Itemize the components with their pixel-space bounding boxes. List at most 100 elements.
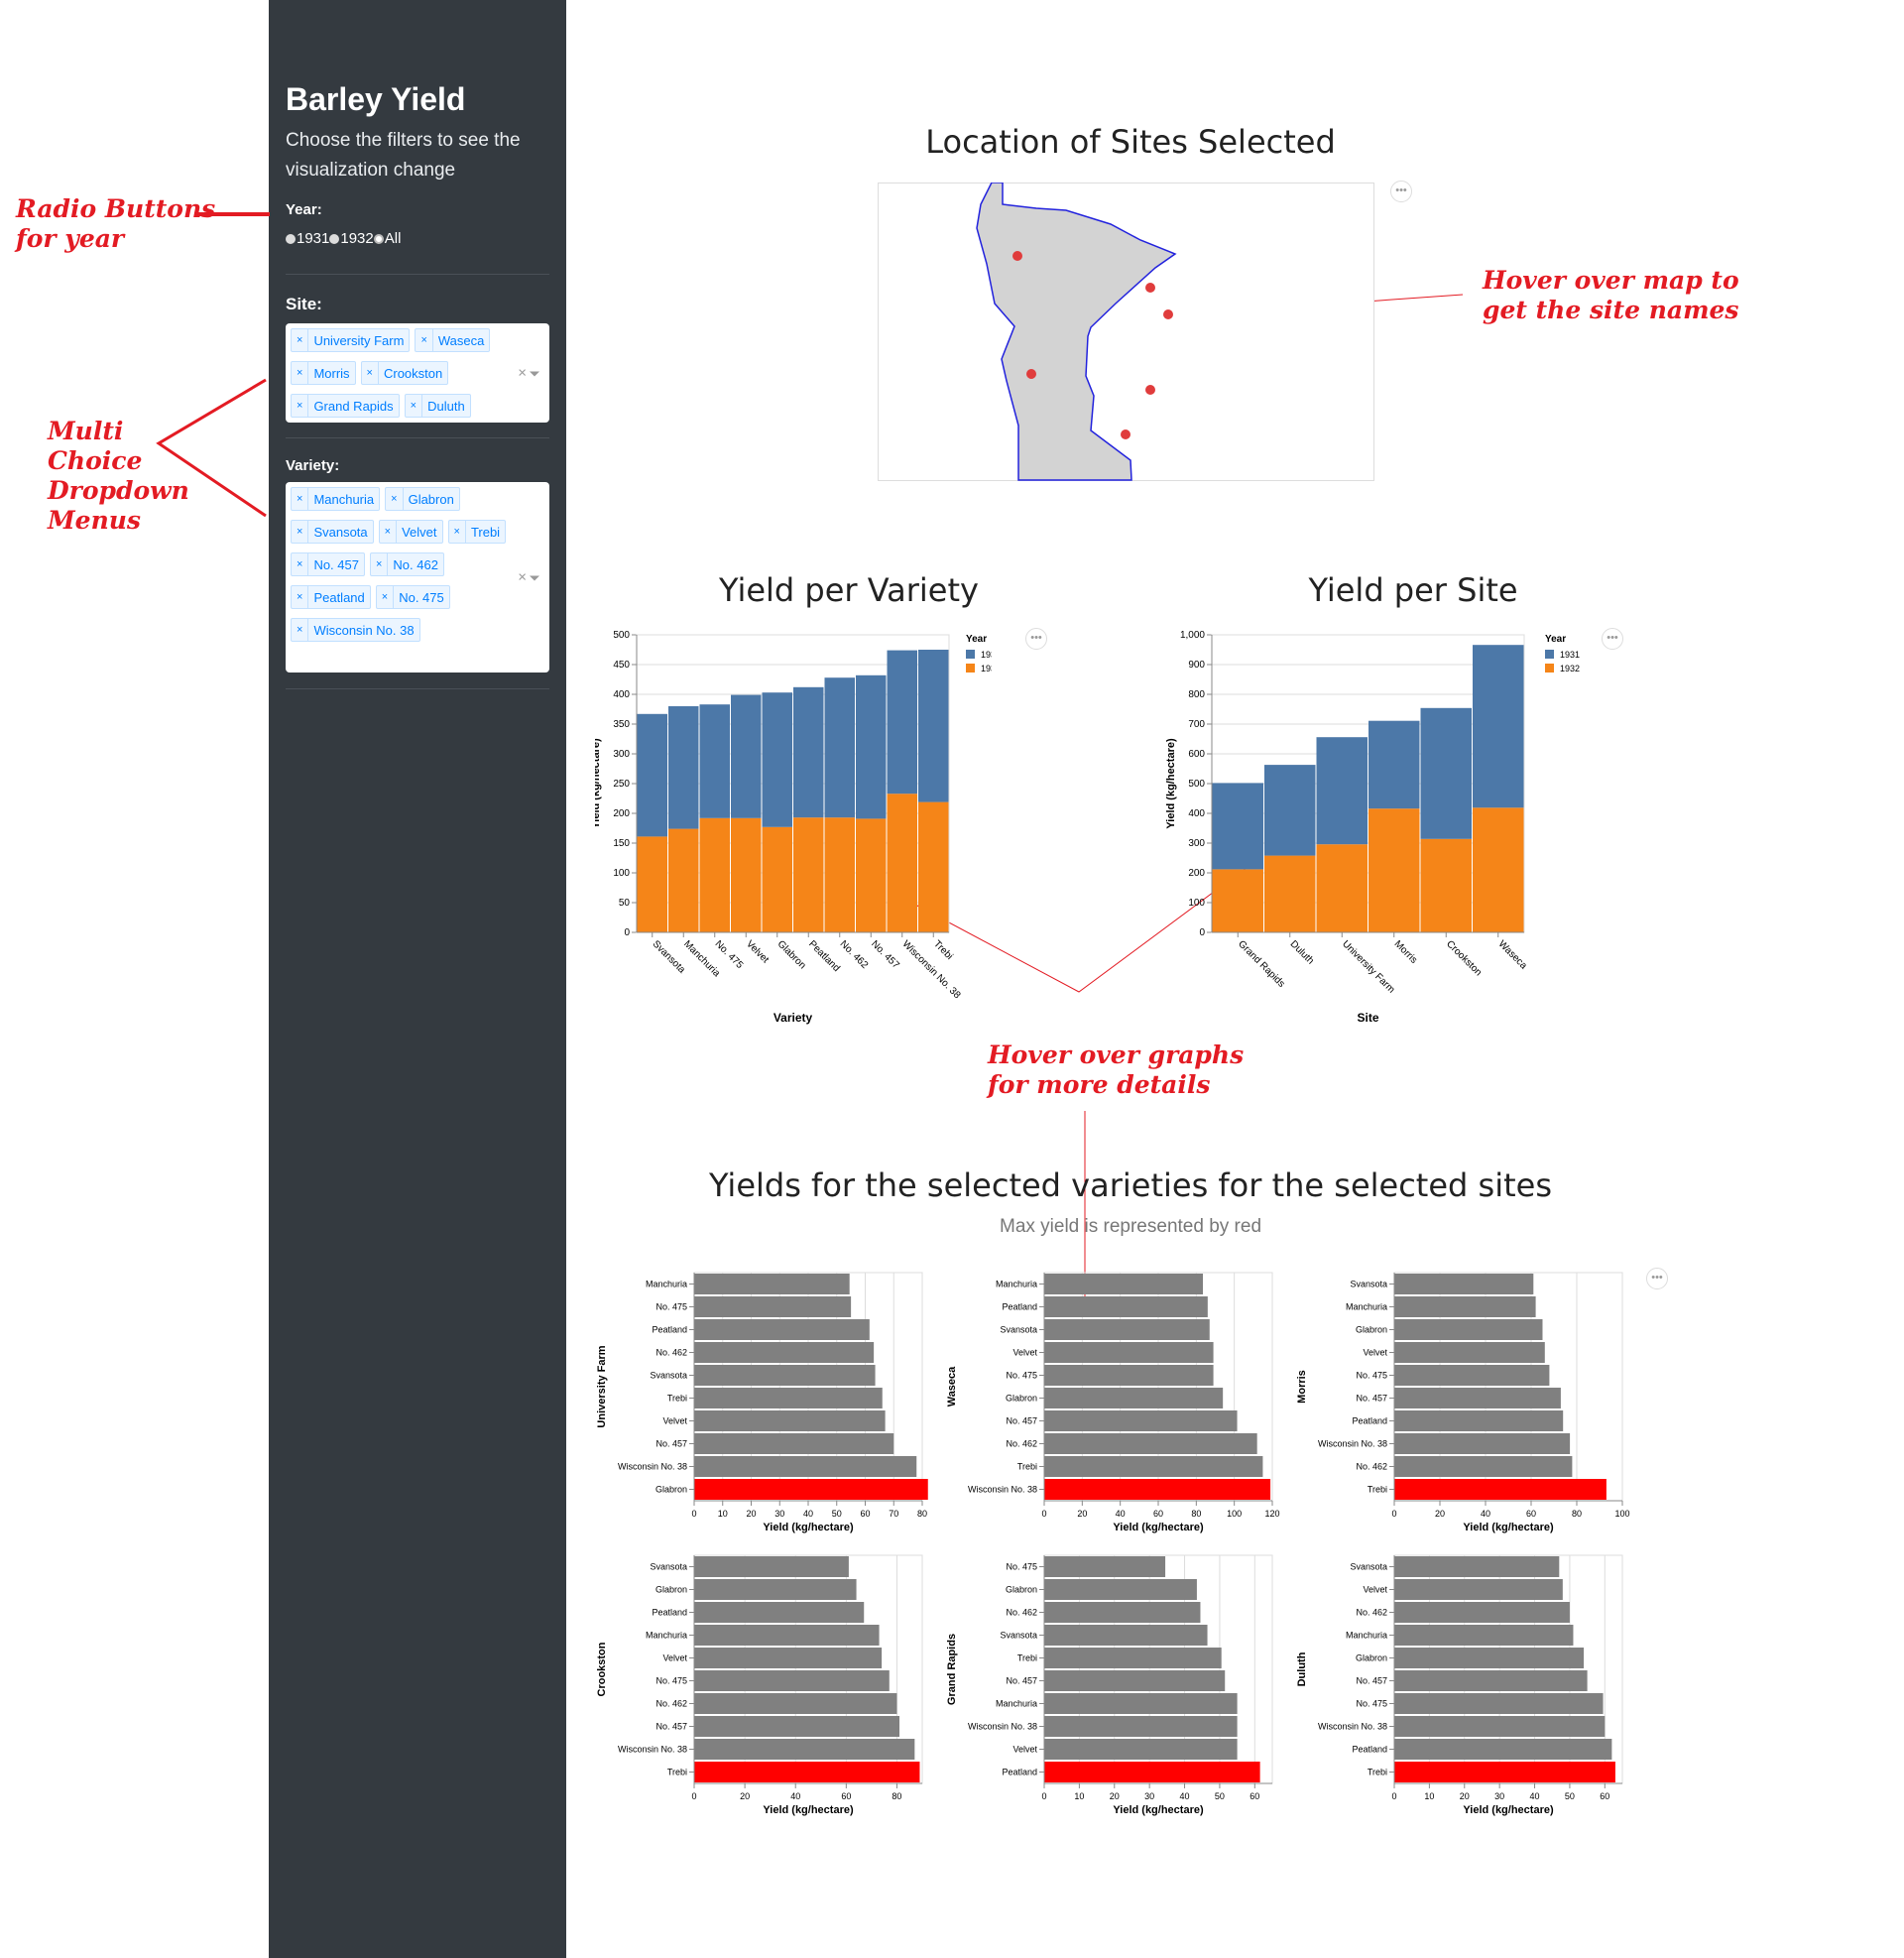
chart-menu-icon[interactable]: ••• bbox=[1646, 1268, 1668, 1289]
bar bbox=[694, 1670, 890, 1691]
y-tick-label: Glabron bbox=[655, 1485, 687, 1495]
bar-1932 bbox=[699, 817, 730, 932]
y-tick-label: Velvet bbox=[662, 1416, 687, 1426]
y-tick-label: 0 bbox=[624, 927, 630, 938]
bar-1931 bbox=[731, 694, 762, 818]
x-tick-label: Crookston bbox=[1444, 938, 1484, 978]
bar bbox=[1394, 1739, 1612, 1760]
facet-section-title: Yields for the selected varieties for th… bbox=[709, 1166, 1552, 1204]
x-tick-label: 50 bbox=[832, 1509, 842, 1519]
x-tick-label: 30 bbox=[1144, 1791, 1154, 1801]
yield-per-site-chart[interactable]: 0 100 200 300 400 500 600 700 800 900 1,000 Grand R… bbox=[1150, 625, 1597, 1032]
minnesota-map[interactable] bbox=[878, 183, 1375, 482]
facet-chart-morris[interactable]: 0 20 40 60 80 100 Svansota Manchuria Glabron Velv… bbox=[1295, 1265, 1632, 1542]
y-tick-label: Velvet bbox=[1012, 1745, 1037, 1755]
chart-menu-icon[interactable]: ••• bbox=[1390, 181, 1412, 202]
bar-max bbox=[1044, 1762, 1260, 1782]
y-tick-label: Manchuria bbox=[646, 1280, 687, 1289]
y-tick-label: No. 462 bbox=[1006, 1608, 1037, 1618]
y-tick-label: 1,000 bbox=[1180, 630, 1205, 641]
bar bbox=[694, 1433, 894, 1454]
x-tick-label: 20 bbox=[1460, 1791, 1470, 1801]
bar bbox=[1394, 1648, 1585, 1668]
facet-chart-duluth[interactable]: 0 10 20 30 40 50 60 Svansota Velvet No. 462 Manchu… bbox=[1295, 1547, 1632, 1825]
bar-1932 bbox=[1316, 844, 1368, 932]
x-tick-label: 0 bbox=[1391, 1509, 1396, 1519]
x-tick-label: 20 bbox=[1435, 1509, 1445, 1519]
x-tick-label: 20 bbox=[740, 1791, 750, 1801]
x-tick-label: 40 bbox=[803, 1509, 813, 1519]
y-tick-label: 600 bbox=[1188, 749, 1205, 760]
y-tick-label: Velvet bbox=[662, 1653, 687, 1663]
site-marker bbox=[1026, 369, 1036, 379]
y-tick-label: 100 bbox=[1188, 898, 1205, 909]
bar bbox=[694, 1602, 865, 1623]
chart-menu-icon[interactable]: ••• bbox=[1025, 628, 1047, 650]
bar bbox=[694, 1319, 870, 1340]
facet-chart-crookston[interactable]: 0 20 40 60 80 Svansota Glabron Peatland Manchuri… bbox=[595, 1547, 932, 1825]
y-tick-label: 900 bbox=[1188, 660, 1205, 671]
x-tick-label: Glabron bbox=[775, 938, 808, 971]
x-tick-label: 60 bbox=[841, 1791, 851, 1801]
y-tick-label: Wisconsin No. 38 bbox=[618, 1462, 687, 1472]
x-axis-title: Yield (kg/hectare) bbox=[1113, 1522, 1204, 1533]
bar-1931 bbox=[1264, 765, 1316, 856]
bar-1931 bbox=[1368, 720, 1420, 809]
x-tick-label: 40 bbox=[1530, 1791, 1540, 1801]
x-tick-label: 30 bbox=[774, 1509, 784, 1519]
bar bbox=[1394, 1625, 1574, 1646]
bar-1932 bbox=[856, 818, 887, 932]
facet-chart-waseca[interactable]: 0 20 40 60 80 100 120 Manchuria Peatland Svansota… bbox=[945, 1265, 1282, 1542]
chart-menu-icon[interactable]: ••• bbox=[1602, 628, 1623, 650]
y-tick-label: Trebi bbox=[667, 1394, 687, 1404]
bar bbox=[694, 1456, 917, 1477]
x-tick-label: Wisconsin No. 38 bbox=[900, 938, 963, 1001]
bar bbox=[1044, 1365, 1214, 1386]
bar-1931 bbox=[918, 650, 949, 802]
x-tick-label: 60 bbox=[860, 1509, 870, 1519]
bar-1932 bbox=[793, 817, 824, 932]
bar-1931 bbox=[856, 674, 887, 819]
x-tick-label: 20 bbox=[746, 1509, 756, 1519]
y-axis-title: Duluth bbox=[1296, 1652, 1308, 1686]
y-tick-label: Trebi bbox=[1368, 1485, 1387, 1495]
x-axis-title: Yield (kg/hectare) bbox=[1463, 1804, 1554, 1816]
x-tick-label: 0 bbox=[1391, 1791, 1396, 1801]
bar bbox=[694, 1556, 849, 1577]
bar-1931 bbox=[1420, 707, 1472, 839]
bar-1932 bbox=[637, 836, 667, 932]
bar-1932 bbox=[762, 826, 792, 932]
x-tick-label: 70 bbox=[889, 1509, 898, 1519]
yield-per-variety-chart[interactable]: 050100150200250300350400450500SvansotaMa… bbox=[595, 625, 992, 1032]
x-tick-label: Svansota bbox=[651, 938, 688, 976]
y-tick-label: Manchuria bbox=[1346, 1631, 1387, 1641]
bar-1931 bbox=[1473, 645, 1524, 808]
bar bbox=[1044, 1456, 1263, 1477]
y-tick-label: No. 462 bbox=[655, 1699, 687, 1709]
bar-1932 bbox=[1368, 808, 1420, 932]
legend-swatch bbox=[966, 664, 975, 673]
x-tick-label: Grand Rapids bbox=[1236, 938, 1286, 989]
y-axis-title: Yield (kg/hectare) bbox=[1165, 738, 1177, 829]
bar-1931 bbox=[762, 692, 792, 827]
x-tick-label: 80 bbox=[892, 1791, 901, 1801]
legend-swatch bbox=[966, 650, 975, 659]
bar bbox=[1044, 1648, 1222, 1668]
legend-label: 1932 bbox=[981, 664, 992, 673]
bar bbox=[1044, 1274, 1204, 1294]
bar-1932 bbox=[1420, 838, 1472, 932]
plot-area: 0 10 20 30 40 50 60 No. 475 Glabron No. 462 Svanso… bbox=[946, 1554, 1273, 1816]
facet-chart-grand-rapids[interactable]: 0 10 20 30 40 50 60 No. 475 Glabron No. 462 Svanso… bbox=[945, 1547, 1282, 1825]
y-tick-label: Manchuria bbox=[996, 1699, 1037, 1709]
y-tick-label: No. 475 bbox=[1356, 1371, 1387, 1381]
y-tick-label: 150 bbox=[613, 838, 630, 849]
x-tick-label: Waseca bbox=[1496, 938, 1529, 971]
facet-chart-university-farm[interactable]: 0 10 20 30 40 50 60 70 80 Manchuria No. 475 Peatlan… bbox=[595, 1265, 932, 1542]
x-tick-label: No. 462 bbox=[838, 938, 871, 971]
bar-1932 bbox=[918, 801, 949, 932]
x-tick-label: 40 bbox=[790, 1791, 800, 1801]
y-tick-label: 350 bbox=[613, 719, 630, 730]
site-marker bbox=[1121, 429, 1130, 439]
bar-1931 bbox=[668, 706, 699, 829]
y-tick-label: Svansota bbox=[1350, 1562, 1387, 1572]
